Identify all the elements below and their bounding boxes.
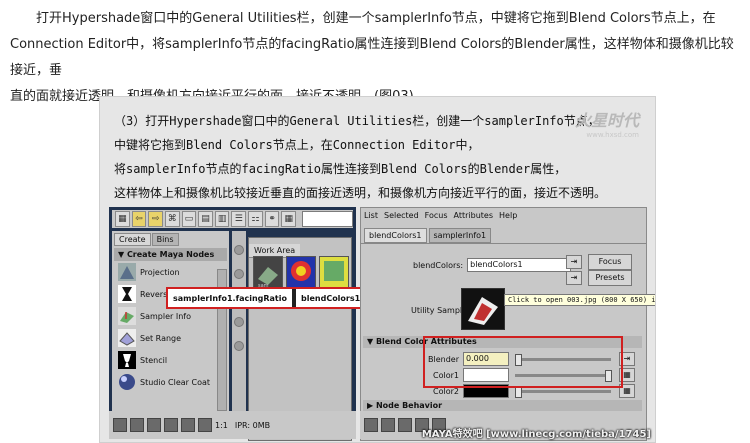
ipr-icon[interactable] (381, 418, 395, 432)
caption-line-4: 这样物体上和摄像机比较接近垂直的面接近透明，和摄像机方向接近平行的面，接近不透明… (114, 186, 607, 200)
menu-attributes[interactable]: Attributes (454, 211, 494, 220)
sampler-info-swatch[interactable]: sam (253, 256, 283, 290)
display-icon[interactable] (164, 418, 178, 432)
color-icon[interactable] (181, 418, 195, 432)
attribute-highlight-box (423, 336, 623, 388)
caption-line-1: （3）打开Hypershade窗口中的General Utilities栏，创建… (114, 114, 600, 128)
tab-create[interactable]: Create (114, 233, 151, 246)
strip-button[interactable] (234, 245, 244, 255)
ipr-icon[interactable] (130, 418, 144, 432)
hypershade-window: ▦ ⇦ ⇨ ⌘ ▭ ▤ ▥ ☰ ⚏ ⚭ ▦ Create Bins ▼ Crea… (109, 207, 356, 441)
grid-view-icon[interactable]: ▦ (281, 211, 297, 227)
hypershade-toolbar: ▦ ⇦ ⇨ ⌘ ▭ ▤ ▥ ☰ ⚏ ⚭ ▦ (112, 210, 353, 228)
caption-line-2: 中键将它拖到Blend Colors节点上，在Connection Editor… (114, 138, 480, 152)
node-name-field[interactable]: blendColors1 (467, 258, 572, 272)
swatch-tooltip: Click to open 003.jpg (800 X 650) in (504, 294, 655, 306)
hierarchy-icon[interactable]: ⚭ (264, 211, 280, 227)
tab-blend-colors[interactable]: blendColors1 (364, 228, 427, 243)
color2-slider[interactable] (515, 385, 611, 398)
sampler-info-icon (118, 307, 136, 325)
menu-list[interactable]: List (364, 211, 378, 220)
connection-source: samplerInfo1.facingRatio (173, 293, 287, 303)
caption-line-3: 将samplerInfo节点的facingRatio属性连接到Blend Col… (114, 162, 567, 176)
create-panel: Create Bins ▼ Create Maya Nodes Projecti… (112, 231, 229, 439)
create-tabs: Create Bins (112, 231, 229, 246)
set-range-icon (118, 329, 136, 347)
blend-colors-swatch[interactable] (286, 256, 316, 290)
render-icon[interactable] (364, 418, 378, 432)
menu-selected[interactable]: Selected (384, 211, 419, 220)
create-header-label: Create Maya Nodes (126, 250, 215, 259)
ipr-memory-label: IPR: 0MB (234, 420, 271, 430)
intro-line-1: 打开Hypershade窗口中的General Utilities栏，创建一个s… (36, 11, 716, 26)
create-maya-nodes-header[interactable]: ▼ Create Maya Nodes (114, 248, 227, 261)
hypershade-render-bar: 1:1 IPR: 0MB (109, 411, 356, 439)
watermark-text: 火星时代 (574, 111, 639, 130)
list-item-stencil[interactable]: Stencil (114, 349, 227, 371)
node-list: Projection Reverse Sampler Info Set Rang… (114, 261, 227, 393)
projection-icon (118, 263, 136, 281)
list-item-set-range[interactable]: Set Range (114, 327, 227, 349)
site-watermark: MAYA特效吧 [www.linecg.com/tieba/1745] (421, 429, 651, 440)
utility-sample-label: Utility Sample (411, 306, 468, 315)
node-name-label: blendColors: (413, 260, 464, 270)
graph-icon[interactable]: ⌘ (164, 211, 180, 227)
hypershade-side-strip (232, 231, 246, 439)
checker-swatch[interactable] (319, 256, 349, 290)
menu-focus[interactable]: Focus (425, 211, 448, 220)
node-label: Projection (140, 267, 180, 277)
watermark-logo: 火星时代 www.hxsd.com (575, 107, 639, 139)
node-label: Sampler Info (140, 311, 191, 321)
tutorial-screenshot: （3）打开Hypershade窗口中的General Utilities栏，创建… (99, 96, 656, 443)
node-label: Studio Clear Coat (140, 377, 211, 387)
list-item-projection[interactable]: Projection (114, 261, 227, 283)
stencil-icon (118, 351, 136, 369)
list-item-studio-clear-coat[interactable]: Studio Clear Coat (114, 371, 227, 393)
focus-button[interactable]: Focus (588, 254, 632, 270)
presets-arrow-icon[interactable]: ⇥ (566, 271, 582, 285)
tab-bins[interactable]: Bins (151, 233, 179, 246)
snapshot-icon[interactable] (398, 418, 412, 432)
zoom-label: 1:1 (215, 420, 228, 430)
attribute-editor-menu: List Selected Focus Attributes Help (361, 208, 646, 222)
grid-icon[interactable]: ▦ (115, 211, 130, 227)
strip-button[interactable] (234, 317, 244, 327)
utility-sample-row: Utility Sample (411, 306, 467, 315)
arrow-left-icon[interactable]: ⇦ (131, 211, 147, 227)
studio-clear-coat-icon (119, 374, 135, 390)
node-label: Set Range (140, 333, 182, 343)
hypershade-search-field[interactable] (302, 211, 353, 227)
layout-icon[interactable]: ▭ (181, 211, 197, 227)
utility-sample-swatch[interactable] (461, 288, 505, 330)
node-swatches: sam (253, 256, 349, 290)
screenshot-caption: （3）打开Hypershade窗口中的General Utilities栏，创建… (114, 109, 606, 205)
tile-icon[interactable]: ▤ (198, 211, 213, 227)
section-label: Node Behavior (375, 401, 443, 410)
watermark-url: www.hxsd.com (586, 131, 639, 139)
strip-button[interactable] (234, 269, 244, 279)
node-label: Stencil (140, 355, 168, 365)
presets-row: ⇥ Presets (566, 270, 632, 286)
arrow-right-icon[interactable]: ⇨ (148, 211, 163, 227)
presets-button[interactable]: Presets (588, 270, 632, 286)
rows-icon[interactable]: ☰ (231, 211, 247, 227)
menu-help[interactable]: Help (499, 211, 517, 220)
intro-paragraph: 打开Hypershade窗口中的General Utilities栏，创建一个s… (10, 6, 742, 110)
tab-sampler-info[interactable]: samplerInfo1 (428, 228, 492, 243)
focus-arrow-icon[interactable]: ⇥ (566, 255, 582, 269)
network-icon[interactable]: ⚏ (248, 211, 263, 227)
attribute-editor-tabs: blendColors1 samplerInfo1 (361, 222, 646, 244)
focus-row: ⇥ Focus (566, 254, 632, 270)
attribute-editor: List Selected Focus Attributes Help blen… (360, 207, 655, 441)
intro-line-2: Connection Editor中，将samplerInfo节点的facing… (10, 37, 734, 78)
reverse-icon (118, 285, 136, 303)
columns-icon[interactable]: ▥ (214, 211, 230, 227)
node-name-row: blendColors: blendColors1 (413, 258, 572, 272)
render-icon[interactable] (113, 418, 127, 432)
rgb-icon[interactable] (198, 418, 212, 432)
snapshot-icon[interactable] (147, 418, 161, 432)
strip-button[interactable] (234, 341, 244, 351)
